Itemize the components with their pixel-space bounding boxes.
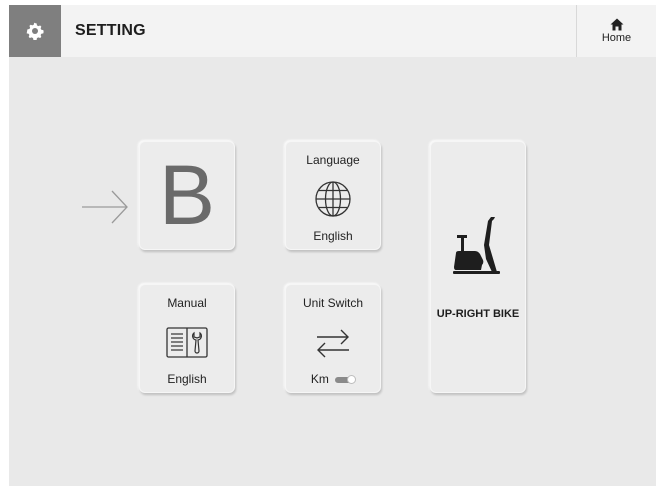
language-title: Language (306, 153, 360, 167)
settings-button[interactable] (9, 5, 61, 57)
unit-row: Km (286, 372, 380, 386)
manual-book-icon (166, 327, 208, 358)
gear-icon (26, 22, 44, 40)
home-label: Home (601, 32, 632, 44)
unit-value: Km (310, 372, 329, 386)
brand-card[interactable]: B (139, 141, 235, 250)
brand-letter: B (158, 148, 216, 242)
unit-switch-title: Unit Switch (302, 296, 364, 310)
unit-switch-card[interactable]: Unit Switch Km (285, 284, 381, 393)
unit-toggle[interactable] (335, 374, 357, 384)
swap-arrows-icon (317, 329, 349, 358)
toggle-knob (347, 374, 357, 384)
page-title: SETTING (75, 22, 146, 39)
manual-card[interactable]: Manual English (139, 284, 235, 393)
bike-type-card[interactable]: UP-RIGHT BIKE (430, 141, 526, 393)
right-arrow-icon (82, 190, 128, 224)
globe-icon (315, 181, 351, 217)
upright-bike-icon (453, 217, 500, 274)
manual-title: Manual (167, 296, 207, 310)
bike-type-label: UP-RIGHT BIKE (436, 308, 520, 320)
home-button[interactable]: Home (576, 5, 656, 57)
home-icon (610, 18, 623, 31)
settings-panel: B Language English Manual English Unit S… (9, 57, 656, 486)
manual-value: English (167, 372, 207, 386)
language-card[interactable]: Language English (285, 141, 381, 250)
language-value: English (313, 229, 353, 243)
top-bar: SETTING Home (9, 5, 656, 57)
